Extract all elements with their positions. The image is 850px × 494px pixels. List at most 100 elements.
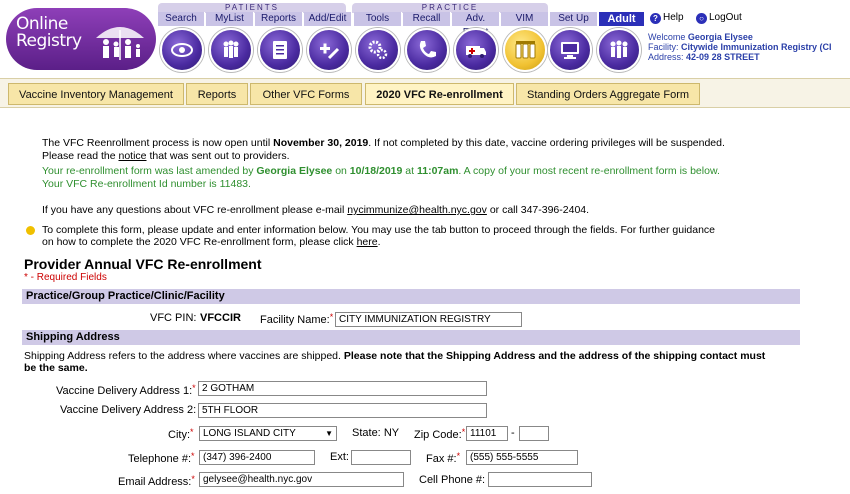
label-text: Fax #: xyxy=(426,453,457,465)
main-content: The VFC Reenrollment process is now open… xyxy=(0,110,850,494)
info-line-guidance: on how to complete the 2020 VFC Re-enrol… xyxy=(42,236,381,248)
help-question-icon: ? xyxy=(650,13,661,24)
tab-recall[interactable]: Recall xyxy=(403,12,451,26)
info-text: or call 347-396-2404. xyxy=(489,204,590,216)
subtab-reports[interactable]: Reports xyxy=(186,83,248,105)
tab-search[interactable]: Search xyxy=(158,12,205,26)
cell-phone-input[interactable] xyxy=(488,472,592,487)
telephone-input[interactable]: (347) 396-2400 xyxy=(199,450,315,465)
email-input[interactable]: gelysee@health.nyc.gov xyxy=(199,472,404,487)
tab-reports[interactable]: Reports xyxy=(255,12,303,26)
email-contact-link[interactable]: nycimmunize@health.nyc.gov xyxy=(347,204,487,216)
form-title: Provider Annual VFC Re-enrollment xyxy=(24,256,262,272)
addr2-label: Vaccine Delivery Address 2: xyxy=(60,404,197,416)
tab-adult[interactable]: Adult xyxy=(599,12,645,26)
facility-name-input[interactable]: CITY IMMUNIZATION REGISTRY xyxy=(335,312,522,327)
vfc-pin-label: VFC PIN: xyxy=(150,312,197,324)
shipping-note-cont: be the same. xyxy=(24,362,88,374)
info-text: Your re-enrollment form was last amended… xyxy=(42,165,254,177)
info-line-deadline: The VFC Reenrollment process is now open… xyxy=(42,137,725,149)
delivery-address-2-input[interactable]: 5TH FLOOR xyxy=(198,403,487,418)
required-star: * xyxy=(190,427,194,437)
recall-phone-icon[interactable] xyxy=(405,28,449,72)
addr1-label: Vaccine Delivery Address 1:* xyxy=(56,383,196,397)
tab-add-edit[interactable]: Add/Edit xyxy=(304,12,352,26)
help-label: Help xyxy=(663,12,684,23)
fax-input[interactable]: (555) 555-5555 xyxy=(466,450,578,465)
address-prefix: Address: xyxy=(648,52,684,62)
label-text: Facility Name: xyxy=(260,314,330,326)
subtab-vaccine-inventory[interactable]: Vaccine Inventory Management xyxy=(8,83,184,105)
required-star: * xyxy=(461,427,466,437)
logo-text: Online Registry xyxy=(16,16,82,50)
info-text: . A copy of your most recent re-enrollme… xyxy=(458,165,720,177)
tab-set-up[interactable]: Set Up xyxy=(550,12,598,26)
city-selected-value: LONG ISLAND CITY xyxy=(203,428,296,439)
online-registry-logo[interactable]: Online Registry xyxy=(6,8,156,70)
info-text: at xyxy=(405,165,415,177)
welcome-user-name: Georgia Elysee xyxy=(687,32,753,42)
zip-separator: - xyxy=(511,427,515,439)
info-text: The VFC Reenrollment process is now open… xyxy=(42,137,271,149)
section-practice: Practice/Group Practice/Clinic/Facility xyxy=(22,289,800,304)
zip-code-input[interactable]: 11101 xyxy=(466,426,508,441)
city-select[interactable]: LONG ISLAND CITY ▼ xyxy=(199,426,337,441)
logo-line-2: Registry xyxy=(16,31,82,51)
welcome-info: Welcome Georgia Elysee Facility: Citywid… xyxy=(648,32,832,62)
add-edit-plus-syringe-icon[interactable] xyxy=(307,28,351,72)
vfc-subtabs: Vaccine Inventory Management Reports Oth… xyxy=(0,78,850,108)
required-star: * xyxy=(191,451,195,461)
ext-label: Ext: xyxy=(330,451,349,463)
notice-link[interactable]: notice xyxy=(118,150,146,162)
required-star: * xyxy=(456,451,461,461)
required-star: * xyxy=(192,383,196,393)
info-text: on how to complete the 2020 VFC Re-enrol… xyxy=(42,236,354,248)
telephone-label: Telephone #:* xyxy=(128,451,195,465)
subtab-vfc-reenrollment[interactable]: 2020 VFC Re-enrollment xyxy=(365,83,514,105)
info-line-last-amended: Your re-enrollment form was last amended… xyxy=(42,165,720,177)
tab-adv-event[interactable]: Adv. Event xyxy=(452,12,500,38)
info-line-notice: Please read the notice that was sent out… xyxy=(42,150,290,162)
label-text: State: xyxy=(352,427,381,439)
required-star: * xyxy=(329,312,334,322)
adult-people-icon[interactable] xyxy=(597,28,641,72)
tools-gears-icon[interactable] xyxy=(356,28,400,72)
vim-vaccine-vials-icon[interactable] xyxy=(503,28,547,72)
cell-phone-label: Cell Phone #: xyxy=(419,474,486,486)
tab-vim[interactable]: VIM xyxy=(501,12,549,26)
mylist-people-icon[interactable] xyxy=(209,28,253,72)
amended-date: 10/18/2019 xyxy=(349,165,403,177)
info-line-reenrollment-id: Your VFC Re-enrollment Id number is 1148… xyxy=(42,178,251,190)
facility-address: 42-09 28 STREET xyxy=(686,52,760,62)
logout-link[interactable]: ○ LogOut xyxy=(696,12,742,24)
app-header: Online Registry PATIENTS PRACTICE Search… xyxy=(0,0,850,78)
info-line-instructions: To complete this form, please update and… xyxy=(42,224,716,236)
tab-tools[interactable]: Tools xyxy=(354,12,402,26)
state-value: NY xyxy=(383,427,400,439)
info-bullet-icon xyxy=(26,226,35,235)
info-line-contact: If you have any questions about VFC re-e… xyxy=(42,204,589,216)
setup-computer-icon[interactable] xyxy=(548,28,592,72)
guidance-here-link[interactable]: here xyxy=(357,236,378,248)
zip-ext-input[interactable] xyxy=(519,426,549,441)
adverse-event-ambulance-icon[interactable] xyxy=(454,28,498,72)
delivery-address-1-input[interactable]: 2 GOTHAM xyxy=(198,381,487,396)
tab-mylist[interactable]: MyList xyxy=(206,12,254,26)
info-text: Please read the xyxy=(42,150,116,162)
subtab-other-vfc-forms[interactable]: Other VFC Forms xyxy=(250,83,362,105)
fax-label: Fax #:* xyxy=(426,451,460,465)
vfc-pin-value: VFCCIR xyxy=(200,312,241,324)
ext-input[interactable] xyxy=(351,450,411,465)
info-text: that was sent out to providers. xyxy=(149,150,290,162)
family-umbrella-icon xyxy=(96,27,144,60)
reports-clipboard-icon[interactable] xyxy=(258,28,302,72)
label-text: Telephone #: xyxy=(128,453,191,465)
search-eye-icon[interactable] xyxy=(160,28,204,72)
email-label: Email Address:* xyxy=(118,474,195,488)
chevron-down-icon: ▼ xyxy=(325,429,333,438)
help-link[interactable]: ? Help xyxy=(650,12,684,24)
info-text: . xyxy=(377,236,381,248)
info-text: on xyxy=(335,165,347,177)
info-text: . If not completed by this date, vaccine… xyxy=(368,137,725,149)
subtab-standing-orders[interactable]: Standing Orders Aggregate Form xyxy=(516,83,700,105)
